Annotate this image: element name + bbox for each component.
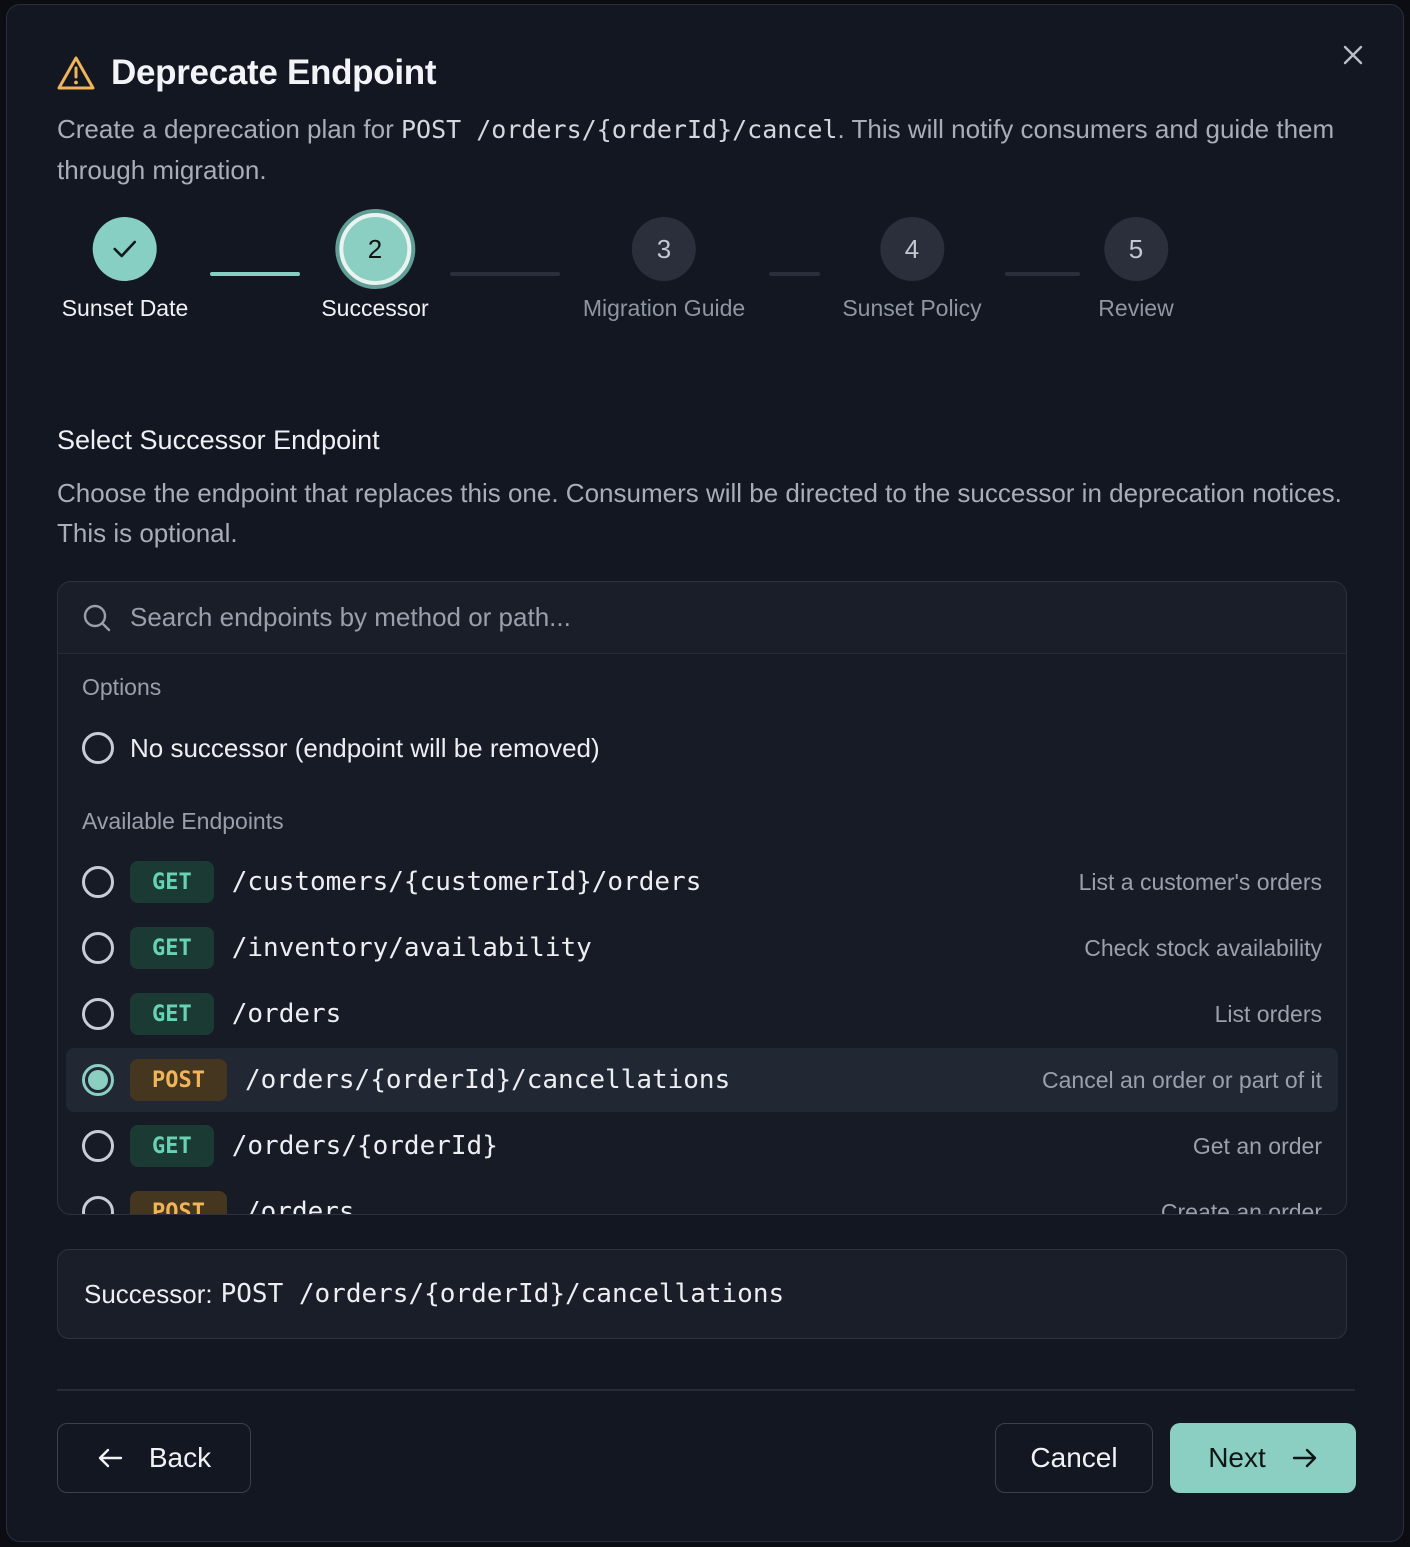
endpoint-row[interactable]: POST /orders Create an order xyxy=(66,1180,1338,1214)
footer-divider xyxy=(57,1389,1355,1391)
endpoint-path: /inventory/availability xyxy=(231,933,592,963)
successor-summary: Successor: POST /orders/{orderId}/cancel… xyxy=(57,1249,1347,1339)
endpoint-description: List a customer's orders xyxy=(1078,868,1322,895)
check-icon xyxy=(113,240,137,258)
method-badge: GET xyxy=(130,993,214,1035)
radio-button[interactable] xyxy=(82,866,114,898)
endpoint-row[interactable]: GET /customers/{customerId}/orders List … xyxy=(66,850,1338,914)
search-icon xyxy=(83,604,111,631)
step-sunset-policy[interactable]: 4 Sunset Policy xyxy=(842,217,982,322)
step-label: Sunset Date xyxy=(61,295,189,321)
endpoint-picker: Options No successor (endpoint will be r… xyxy=(57,581,1347,1215)
endpoints-group-label: Available Endpoints xyxy=(82,808,284,834)
arrow-right-icon xyxy=(1292,1448,1316,1468)
radio-button-checked[interactable] xyxy=(82,1064,114,1096)
cancel-label: Cancel xyxy=(1030,1442,1118,1473)
step-circle xyxy=(93,217,157,281)
option-label: No successor (endpoint will be removed) xyxy=(130,732,600,763)
step-circle: 2 xyxy=(339,213,411,285)
endpoint-row-selected[interactable]: POST /orders/{orderId}/cancellations Can… xyxy=(66,1048,1338,1112)
no-successor-option[interactable]: No successor (endpoint will be removed) xyxy=(82,732,600,764)
step-circle: 4 xyxy=(879,217,944,281)
summary-label: Successor: xyxy=(84,1278,213,1309)
step-label: Successor xyxy=(321,295,429,321)
options-group-label: Options xyxy=(82,674,162,700)
radio-button[interactable] xyxy=(82,1130,114,1162)
next-button[interactable]: Next xyxy=(1170,1423,1356,1493)
radio-button[interactable] xyxy=(82,1196,114,1214)
step-migration-guide[interactable]: 3 Migration Guide xyxy=(583,217,745,322)
endpoint-path: /orders xyxy=(244,1197,355,1214)
step-circle: 3 xyxy=(631,217,696,281)
endpoint-path: /orders xyxy=(231,999,342,1029)
warning-icon xyxy=(57,56,95,90)
close-button[interactable] xyxy=(1339,41,1367,69)
back-label: Back xyxy=(148,1442,212,1473)
step-connector xyxy=(210,272,300,276)
cancel-button[interactable]: Cancel xyxy=(995,1423,1153,1493)
step-sunset-date[interactable]: Sunset Date xyxy=(61,217,189,322)
close-icon xyxy=(1343,45,1363,65)
radio-button[interactable] xyxy=(82,732,114,764)
dialog-subtitle: Create a deprecation plan for POST /orde… xyxy=(57,109,1347,190)
deprecated-endpoint-code: POST /orders/{orderId}/cancel xyxy=(401,115,838,144)
method-badge: GET xyxy=(130,1125,214,1167)
step-label: Sunset Policy xyxy=(842,295,982,321)
endpoint-description: List orders xyxy=(1214,1000,1322,1027)
search-row xyxy=(58,582,1346,654)
endpoint-row[interactable]: GET /orders/{orderId} Get an order xyxy=(66,1114,1338,1178)
step-label: Migration Guide xyxy=(582,295,746,321)
deprecate-endpoint-dialog: Deprecate Endpoint Create a deprecation … xyxy=(6,4,1404,1542)
endpoint-path: /orders/{orderId} xyxy=(231,1131,498,1161)
endpoint-list[interactable]: Options No successor (endpoint will be r… xyxy=(58,654,1346,1214)
section-title: Select Successor Endpoint xyxy=(57,425,380,455)
dialog-title: Deprecate Endpoint xyxy=(111,53,437,92)
dialog-header: Deprecate Endpoint xyxy=(57,53,437,93)
endpoint-description: Check stock availability xyxy=(1084,934,1322,961)
step-circle: 5 xyxy=(1103,217,1168,281)
step-review[interactable]: 5 Review xyxy=(1098,217,1174,322)
endpoint-description: Get an order xyxy=(1192,1132,1322,1159)
search-input[interactable] xyxy=(130,602,1346,633)
endpoint-description: Create an order xyxy=(1160,1198,1322,1215)
method-badge: POST xyxy=(130,1059,227,1101)
method-badge: GET xyxy=(130,927,214,969)
step-connector xyxy=(1005,272,1080,276)
endpoint-row[interactable]: GET /orders List orders xyxy=(66,982,1338,1046)
back-button[interactable]: Back xyxy=(57,1423,251,1493)
endpoint-path: /orders/{orderId}/cancellations xyxy=(244,1065,731,1095)
step-label: Review xyxy=(1098,295,1174,321)
radio-button[interactable] xyxy=(82,998,114,1030)
arrow-left-icon xyxy=(98,1448,123,1468)
section-description: Choose the endpoint that replaces this o… xyxy=(57,478,1342,548)
step-connector xyxy=(769,272,820,276)
method-badge: GET xyxy=(130,861,214,903)
endpoint-description: Cancel an order or part of it xyxy=(1042,1066,1322,1093)
next-label: Next xyxy=(1208,1442,1266,1473)
step-successor[interactable]: 2 Successor xyxy=(321,213,429,322)
radio-button[interactable] xyxy=(82,932,114,964)
subtitle-text: Create a deprecation plan for xyxy=(57,114,401,144)
endpoint-path: /customers/{customerId}/orders xyxy=(231,867,702,897)
step-connector xyxy=(450,272,560,276)
endpoint-row[interactable]: GET /inventory/availability Check stock … xyxy=(66,916,1338,980)
method-badge: POST xyxy=(130,1191,227,1214)
summary-value: POST /orders/{orderId}/cancellations xyxy=(220,1279,785,1309)
